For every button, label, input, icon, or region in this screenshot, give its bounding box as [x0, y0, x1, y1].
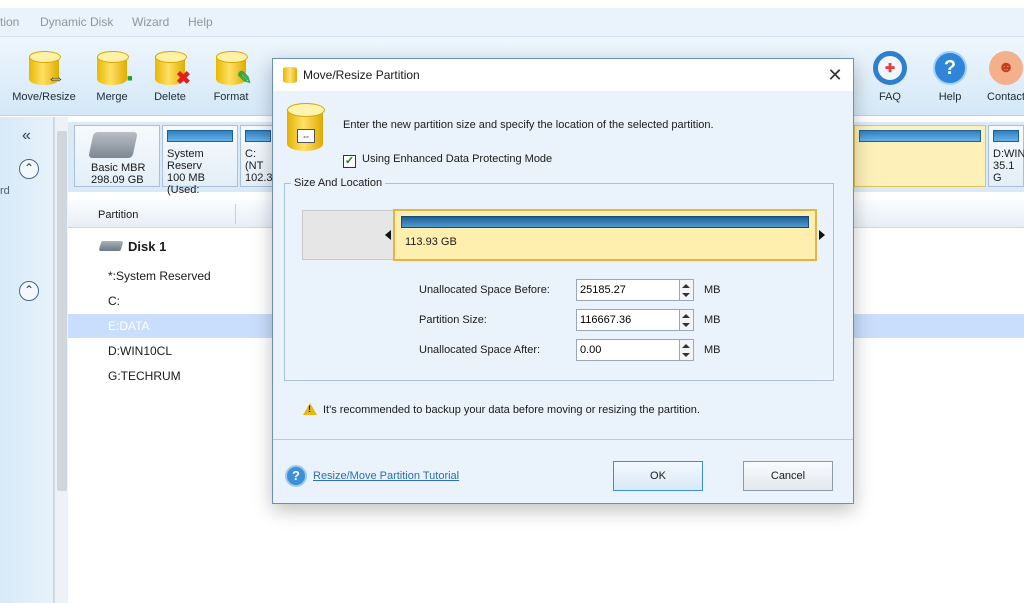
- help-icon[interactable]: ?: [285, 465, 307, 487]
- after-space-row: Unallocated Space After: MB: [419, 339, 739, 361]
- footer-divider: [273, 439, 853, 440]
- after-space-input[interactable]: [576, 339, 680, 361]
- size-location-group: Size And Location 113.93 GB Unallocated …: [284, 177, 834, 381]
- partition-size-stepper[interactable]: [680, 309, 694, 331]
- before-space-stepper[interactable]: [680, 279, 694, 301]
- partition-size-row: Partition Size: MB: [419, 309, 739, 331]
- warning-text: It's recommended to backup your data bef…: [323, 404, 700, 416]
- before-space-input[interactable]: [576, 279, 680, 301]
- cancel-button[interactable]: Cancel: [743, 461, 833, 491]
- warning-icon: [303, 403, 317, 415]
- protect-mode-label: Using Enhanced Data Protecting Mode: [362, 153, 553, 165]
- unit-label: MB: [704, 314, 721, 326]
- after-space-stepper[interactable]: [680, 339, 694, 361]
- dialog-titlebar[interactable]: Move/Resize Partition ✕: [273, 59, 853, 91]
- dialog-title: Move/Resize Partition: [303, 68, 420, 82]
- resize-partition-icon: ⇔: [287, 103, 325, 151]
- left-resize-handle[interactable]: [385, 230, 391, 240]
- group-title: Size And Location: [291, 177, 386, 189]
- app-window: tion Dynamic Disk Wizard Help ⇔ Move/Res…: [0, 0, 1024, 603]
- partition-block-size: 113.93 GB: [405, 236, 457, 248]
- ok-button[interactable]: OK: [613, 461, 703, 491]
- after-space-label: Unallocated Space After:: [419, 344, 541, 356]
- before-space-label: Unallocated Space Before:: [419, 284, 550, 296]
- before-space-row: Unallocated Space Before: MB: [419, 279, 739, 301]
- instruction-text: Enter the new partition size and specify…: [343, 119, 714, 131]
- partition-size-input[interactable]: [576, 309, 680, 331]
- protect-mode-row[interactable]: ✓ Using Enhanced Data Protecting Mode: [343, 153, 552, 168]
- partition-block-bar: [401, 216, 809, 228]
- right-resize-handle[interactable]: [819, 230, 825, 240]
- unit-label: MB: [704, 344, 721, 356]
- partition-size-label: Partition Size:: [419, 314, 487, 326]
- tutorial-link[interactable]: Resize/Move Partition Tutorial: [313, 470, 459, 482]
- move-resize-dialog: Move/Resize Partition ✕ ⇔ Enter the new …: [272, 58, 854, 504]
- modal-overlay: Move/Resize Partition ✕ ⇔ Enter the new …: [0, 0, 1024, 603]
- partition-layout-map: 113.93 GB: [302, 209, 825, 261]
- partition-icon: [283, 67, 297, 83]
- close-button[interactable]: ✕: [823, 63, 847, 87]
- backup-warning: It's recommended to backup your data bef…: [303, 403, 700, 416]
- unit-label: MB: [704, 284, 721, 296]
- partition-block[interactable]: 113.93 GB: [393, 209, 817, 261]
- protect-mode-checkbox[interactable]: ✓: [343, 155, 356, 168]
